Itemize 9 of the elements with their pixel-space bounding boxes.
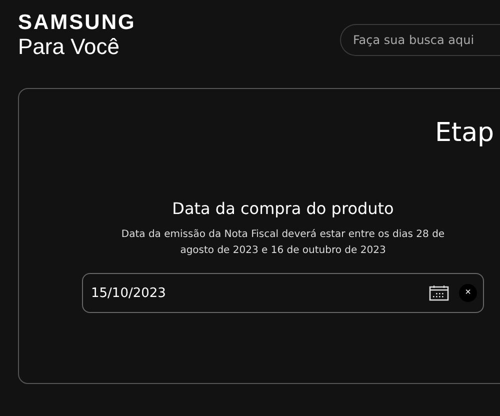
section-heading: Data da compra do produto [172,198,394,220]
brand-subtitle: Para Você [18,34,121,60]
step-title: Etap [434,117,496,150]
brand-logo[interactable]: SAMSUNG [18,12,136,34]
clear-button[interactable]: × [459,284,477,302]
date-field[interactable]: 15/10/2023 × [82,273,484,313]
calendar-icon[interactable] [429,285,449,301]
date-hint: Data da emissão da Nota Fiscal deverá estar entre os dias 28 de agosto de 2023 e 16 de outubro de 2023 [120,228,446,258]
search-field[interactable]: Faça sua busca aqui [340,24,500,56]
